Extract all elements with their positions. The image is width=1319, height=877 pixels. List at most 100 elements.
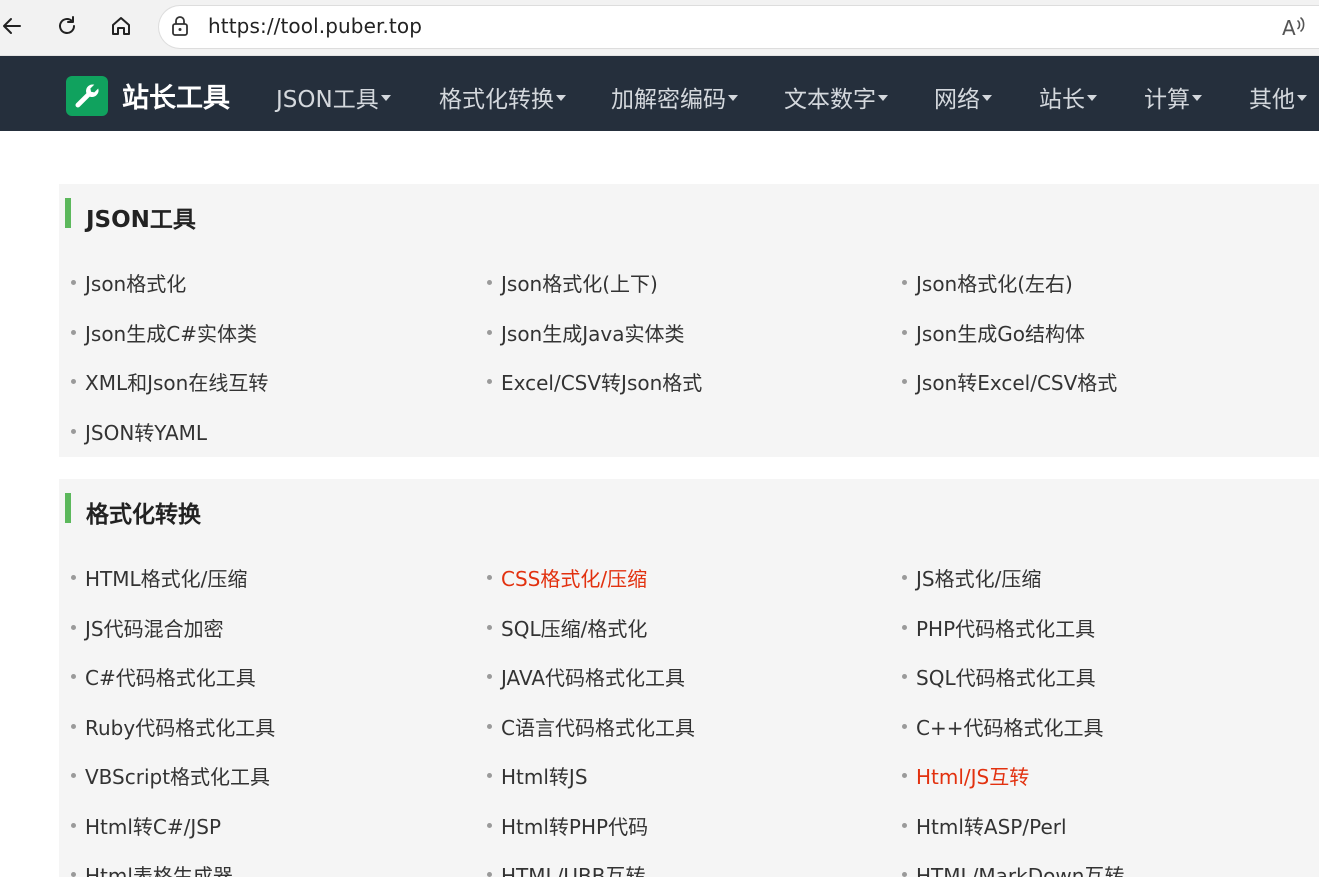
chevron-down-icon	[1192, 95, 1202, 101]
tool-link[interactable]: Json生成Java实体类	[487, 318, 684, 347]
tool-link[interactable]: HTML/MarkDown互转	[902, 860, 1124, 877]
bullet-icon	[71, 379, 76, 384]
tool-link-label: CSS格式化/压缩	[501, 567, 648, 591]
bullet-icon	[487, 674, 492, 679]
tool-link-label: HTML/MarkDown互转	[916, 864, 1125, 877]
bullet-icon	[487, 872, 492, 877]
tool-link-label: Json生成Go结构体	[916, 322, 1085, 346]
tool-link[interactable]: SQL代码格式化工具	[902, 662, 1096, 691]
nav-other[interactable]: 其他	[1249, 80, 1307, 114]
tool-link[interactable]: Html表格生成器	[71, 860, 233, 877]
section-json-tools: JSON工具 Json格式化 Json格式化(上下) Json格式化(左右) Jso…	[59, 184, 1319, 457]
back-button[interactable]	[0, 8, 30, 44]
tool-link[interactable]: Html转ASP/Perl	[902, 811, 1067, 840]
tool-link-label: JS代码混合加密	[85, 617, 224, 641]
tool-link[interactable]: Html转C#/JSP	[71, 811, 221, 840]
tool-link[interactable]: Html转JS	[487, 761, 588, 790]
tool-link[interactable]: JSON转YAML	[71, 417, 207, 446]
chevron-down-icon	[982, 95, 992, 101]
nav-network[interactable]: 网络	[934, 80, 992, 114]
tool-link[interactable]: Json格式化(左右)	[902, 268, 1073, 297]
tool-link-label: Html/JS互转	[916, 765, 1030, 789]
tool-link-label: HTML格式化/压缩	[85, 567, 248, 591]
chevron-down-icon	[878, 95, 888, 101]
tool-link[interactable]: JAVA代码格式化工具	[487, 662, 685, 691]
tool-link[interactable]: PHP代码格式化工具	[902, 613, 1095, 642]
tool-link-label: Json转Excel/CSV格式	[916, 371, 1118, 395]
bullet-icon	[902, 674, 907, 679]
tool-link-label: Html转ASP/Perl	[916, 815, 1067, 839]
tool-link[interactable]: Html/JS互转	[902, 761, 1029, 790]
wrench-icon	[75, 84, 99, 108]
bullet-icon	[487, 280, 492, 285]
refresh-icon	[59, 16, 75, 34]
tool-link-label: VBScript格式化工具	[85, 765, 271, 789]
site-logo[interactable]	[66, 76, 108, 116]
tool-link-label: SQL代码格式化工具	[916, 666, 1096, 690]
tool-link-label: Ruby代码格式化工具	[85, 716, 276, 740]
section-accent-bar	[65, 493, 71, 523]
site-navbar: 站长工具 JSON工具 格式化转换 加解密编码 文本数字 网络 站长 计算 其他	[0, 56, 1319, 131]
tool-link-label: PHP代码格式化工具	[916, 617, 1096, 641]
tool-link-label: Json生成Java实体类	[501, 322, 685, 346]
tool-link-label: JAVA代码格式化工具	[501, 666, 686, 690]
tool-link[interactable]: C语言代码格式化工具	[487, 712, 695, 741]
bullet-icon	[902, 379, 907, 384]
tool-link-label: Html表格生成器	[85, 864, 233, 877]
tool-link-label: JS格式化/压缩	[916, 567, 1042, 591]
tool-link[interactable]: XML和Json在线互转	[71, 367, 268, 396]
bullet-icon	[487, 724, 492, 729]
site-brand[interactable]: 站长工具	[122, 76, 230, 115]
bullet-icon	[487, 330, 492, 335]
bullet-icon	[71, 625, 76, 630]
tool-link[interactable]: C#代码格式化工具	[71, 662, 256, 691]
section-title: JSON工具	[86, 207, 196, 233]
bullet-icon	[902, 823, 907, 828]
nav-calculate[interactable]: 计算	[1144, 80, 1202, 114]
svg-text:A: A	[1282, 16, 1296, 40]
url-text[interactable]: https://tool.puber.top	[208, 14, 422, 38]
tool-link-label: XML和Json在线互转	[85, 371, 269, 395]
lock-icon[interactable]	[170, 15, 190, 37]
nav-webmaster[interactable]: 站长	[1039, 80, 1097, 114]
bullet-icon	[71, 872, 76, 877]
refresh-button[interactable]	[49, 8, 85, 44]
tool-link[interactable]: JS格式化/压缩	[902, 563, 1041, 592]
tool-link[interactable]: Html转PHP代码	[487, 811, 648, 840]
tool-link[interactable]: Excel/CSV转Json格式	[487, 367, 702, 396]
bullet-icon	[902, 724, 907, 729]
bullet-icon	[71, 575, 76, 580]
tool-link[interactable]: HTML格式化/压缩	[71, 563, 247, 592]
bullet-icon	[902, 280, 907, 285]
bullet-icon	[71, 330, 76, 335]
tool-link-label: Html转PHP代码	[501, 815, 649, 839]
tool-link[interactable]: Json格式化(上下)	[487, 268, 658, 297]
tool-link-label: C++代码格式化工具	[916, 716, 1104, 740]
section-accent-bar	[65, 198, 71, 228]
back-arrow-icon	[3, 18, 21, 34]
tool-link[interactable]: VBScript格式化工具	[71, 761, 270, 790]
tool-link[interactable]: Json生成Go结构体	[902, 318, 1085, 347]
nav-json-tools[interactable]: JSON工具	[276, 80, 391, 114]
section-format-convert: 格式化转换 HTML格式化/压缩 CSS格式化/压缩 JS格式化/压缩 JS代码混…	[59, 479, 1319, 877]
tool-link-label: Json生成C#实体类	[85, 322, 257, 346]
home-button[interactable]	[103, 8, 139, 44]
tool-link[interactable]: SQL压缩/格式化	[487, 613, 647, 642]
tool-link[interactable]: Ruby代码格式化工具	[71, 712, 275, 741]
read-aloud-icon[interactable]: A	[1280, 13, 1308, 41]
tool-link[interactable]: C++代码格式化工具	[902, 712, 1103, 741]
nav-text-number[interactable]: 文本数字	[784, 80, 888, 114]
tool-link-label: HTML/UBB互转	[501, 864, 646, 877]
nav-format-convert[interactable]: 格式化转换	[439, 80, 566, 114]
bullet-icon	[487, 379, 492, 384]
nav-encrypt-encode[interactable]: 加解密编码	[611, 80, 738, 114]
tool-link[interactable]: HTML/UBB互转	[487, 860, 645, 877]
tool-link[interactable]: JS代码混合加密	[71, 613, 224, 642]
bullet-icon	[487, 773, 492, 778]
tool-link[interactable]: Json生成C#实体类	[71, 318, 257, 347]
tool-link[interactable]: CSS格式化/压缩	[487, 563, 647, 592]
section-title: 格式化转换	[86, 502, 201, 528]
tool-link[interactable]: Json转Excel/CSV格式	[902, 367, 1117, 396]
tool-link-label: JSON转YAML	[85, 421, 208, 445]
tool-link[interactable]: Json格式化	[71, 268, 186, 297]
